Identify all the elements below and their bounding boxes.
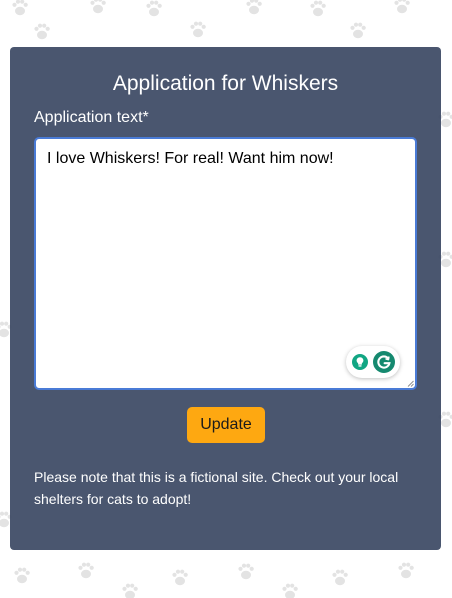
grammarly-icon[interactable]: [373, 351, 395, 373]
application-card: Application for Whiskers Application tex…: [10, 47, 441, 550]
page-title: Application for Whiskers: [112, 72, 339, 95]
application-text-label: Application text*: [34, 109, 149, 126]
update-button[interactable]: Update: [187, 407, 265, 443]
disclaimer-note: Please note that this is a fictional sit…: [34, 469, 399, 507]
grammarly-extension-widget[interactable]: [346, 346, 400, 378]
resize-handle-icon[interactable]: [407, 380, 414, 387]
application-text-field-wrapper: I love Whiskers! For real! Want him now!: [34, 137, 417, 390]
lightbulb-icon[interactable]: [352, 354, 368, 370]
